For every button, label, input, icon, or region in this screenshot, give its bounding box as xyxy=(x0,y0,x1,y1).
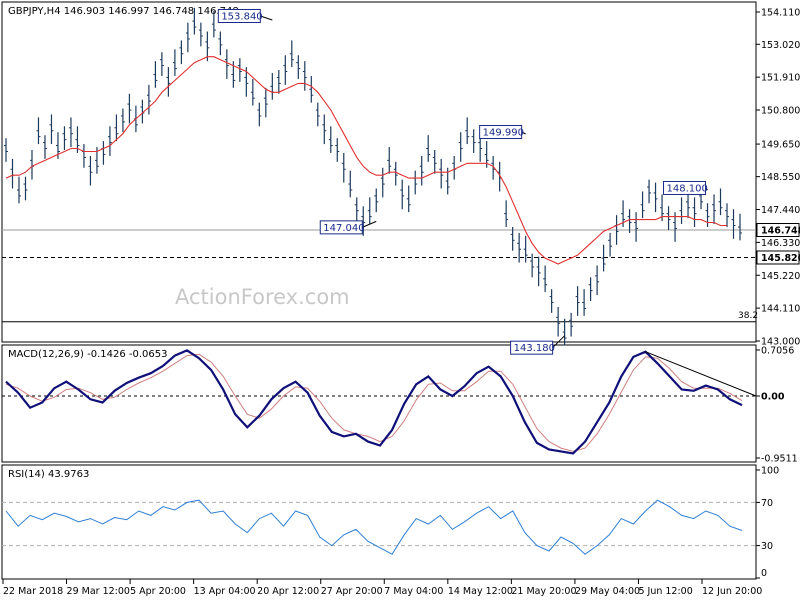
price-y-tick-label: 144.110 xyxy=(761,304,800,315)
rsi-y-tick-label: 100 xyxy=(761,466,779,477)
rsi-y-tick-label: 70 xyxy=(761,498,773,509)
current-price-label: 146.748 xyxy=(761,226,800,237)
x-tick-label: 27 Apr 20:00 xyxy=(321,586,383,597)
chart-window: ActionForex.com GBPJPY,H4 146.903 146.99… xyxy=(0,0,800,600)
price-y-tick-label: 148.550 xyxy=(761,172,800,183)
x-tick-label: 5 Apr 20:00 xyxy=(130,586,186,597)
x-tick-label: 29 Mar 12:00 xyxy=(67,586,130,597)
level-price-label: 145.820 xyxy=(761,253,800,264)
price-y-tick-label: 154.110 xyxy=(761,8,800,19)
x-tick-label: 12 Jun 20:00 xyxy=(702,586,762,597)
x-tick-label: 29 May 04:00 xyxy=(575,586,640,597)
macd-y-tick-label: 0.00 xyxy=(761,391,785,402)
price-y-tick-label: 147.440 xyxy=(761,205,800,216)
price-y-tick-label: 145.220 xyxy=(761,271,800,282)
annotation-label: 147.040 xyxy=(323,223,364,234)
macd-panel-title: MACD(12,26,9) -0.1426 -0.0653 xyxy=(8,349,168,360)
macd-y-tick-label: -0.9511 xyxy=(761,454,798,465)
fib-level-label: 38.2 xyxy=(738,311,758,321)
annotation-label: 153.840 xyxy=(221,11,262,22)
rsi-y-tick-label: 0 xyxy=(761,568,767,579)
annotation-label: 143.180 xyxy=(514,343,555,354)
x-tick-label: 13 Apr 04:00 xyxy=(194,586,256,597)
x-tick-label: 22 Mar 2018 xyxy=(3,586,63,597)
price-panel-frame xyxy=(1,1,757,343)
watermark: ActionForex.com xyxy=(175,285,350,309)
rsi-y-tick-label: 30 xyxy=(761,541,773,552)
x-tick-label: 7 May 04:00 xyxy=(384,586,443,597)
rsi-panel-frame xyxy=(1,464,757,580)
gbpjpy-chart: ActionForex.com GBPJPY,H4 146.903 146.99… xyxy=(1,1,800,597)
x-tick-label: 20 Apr 12:00 xyxy=(257,586,319,597)
macd-y-tick-label: 0.7056 xyxy=(761,346,794,357)
price-y-tick-label: 149.650 xyxy=(761,140,800,151)
annotation-label: 148.100 xyxy=(667,183,708,194)
price-panel-title: GBPJPY,H4 146.903 146.997 146.748 146.74… xyxy=(8,6,239,17)
rsi-panel-title: RSI(14) 43.9763 xyxy=(8,469,89,480)
x-tick-label: 5 Jun 12:00 xyxy=(638,586,692,597)
price-y-tick-label: 151.910 xyxy=(761,73,800,84)
annotation-label: 149.990 xyxy=(483,128,524,139)
price-y-tick-label: 146.330 xyxy=(761,238,800,249)
x-tick-label: 14 May 12:00 xyxy=(448,586,513,597)
price-y-tick-label: 150.800 xyxy=(761,106,800,117)
price-y-tick-label: 153.020 xyxy=(761,40,800,51)
x-tick-label: 21 May 20:00 xyxy=(511,586,576,597)
